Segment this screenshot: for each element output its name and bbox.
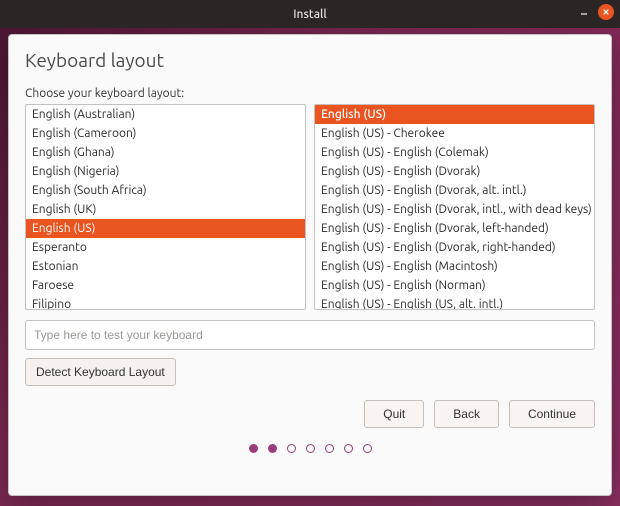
close-icon[interactable] (598, 4, 614, 20)
progress-dot (325, 444, 334, 453)
progress-dot (306, 444, 315, 453)
list-item[interactable]: English (Australian) (26, 105, 305, 124)
progress-dot (344, 444, 353, 453)
list-item[interactable]: English (Cameroon) (26, 124, 305, 143)
installer-window: Keyboard layout Choose your keyboard lay… (8, 34, 612, 496)
progress-dot (249, 444, 258, 453)
quit-button[interactable]: Quit (364, 400, 424, 428)
progress-dot (287, 444, 296, 453)
list-item[interactable]: English (South Africa) (26, 181, 305, 200)
layout-lists: English (Australian)English (Cameroon)En… (25, 104, 595, 310)
list-item[interactable]: English (UK) (26, 200, 305, 219)
list-item[interactable]: English (US) - English (Dvorak, intl., w… (315, 200, 594, 219)
list-item[interactable]: English (US) - Cherokee (315, 124, 594, 143)
window-title: Install (293, 8, 327, 21)
list-item[interactable]: English (US) (315, 105, 594, 124)
minimize-icon[interactable] (576, 4, 592, 20)
list-item[interactable]: Esperanto (26, 238, 305, 257)
list-item[interactable]: English (US) - English (Dvorak) (315, 162, 594, 181)
progress-dot (268, 444, 277, 453)
choose-layout-label: Choose your keyboard layout: (25, 87, 595, 100)
list-item[interactable]: English (US) (26, 219, 305, 238)
list-item[interactable]: English (US) - English (Dvorak, alt. int… (315, 181, 594, 200)
list-item[interactable]: Filipino (26, 295, 305, 310)
list-item[interactable]: English (US) - English (Dvorak, right-ha… (315, 238, 594, 257)
language-list[interactable]: English (Australian)English (Cameroon)En… (25, 104, 306, 310)
list-item[interactable]: English (US) - English (Macintosh) (315, 257, 594, 276)
back-button[interactable]: Back (434, 400, 499, 428)
list-item[interactable]: English (US) - English (US, alt. intl.) (315, 295, 594, 310)
continue-button[interactable]: Continue (509, 400, 595, 428)
list-item[interactable]: English (US) - English (Norman) (315, 276, 594, 295)
titlebar-controls (576, 4, 614, 20)
list-item[interactable]: English (Nigeria) (26, 162, 305, 181)
list-item[interactable]: English (US) - English (Dvorak, left-han… (315, 219, 594, 238)
list-item[interactable]: Estonian (26, 257, 305, 276)
list-item[interactable]: English (Ghana) (26, 143, 305, 162)
keyboard-test-input[interactable] (25, 320, 595, 350)
page-title: Keyboard layout (25, 49, 595, 71)
progress-dot (363, 444, 372, 453)
content-area: Keyboard layout Choose your keyboard lay… (9, 35, 611, 495)
list-item[interactable]: English (US) - English (Colemak) (315, 143, 594, 162)
footer-buttons: Quit Back Continue (25, 400, 595, 428)
titlebar: Install (0, 0, 620, 28)
variant-list[interactable]: English (US)English (US) - CherokeeEngli… (314, 104, 595, 310)
list-item[interactable]: Faroese (26, 276, 305, 295)
progress-dots (25, 428, 595, 465)
detect-layout-button[interactable]: Detect Keyboard Layout (25, 358, 176, 386)
